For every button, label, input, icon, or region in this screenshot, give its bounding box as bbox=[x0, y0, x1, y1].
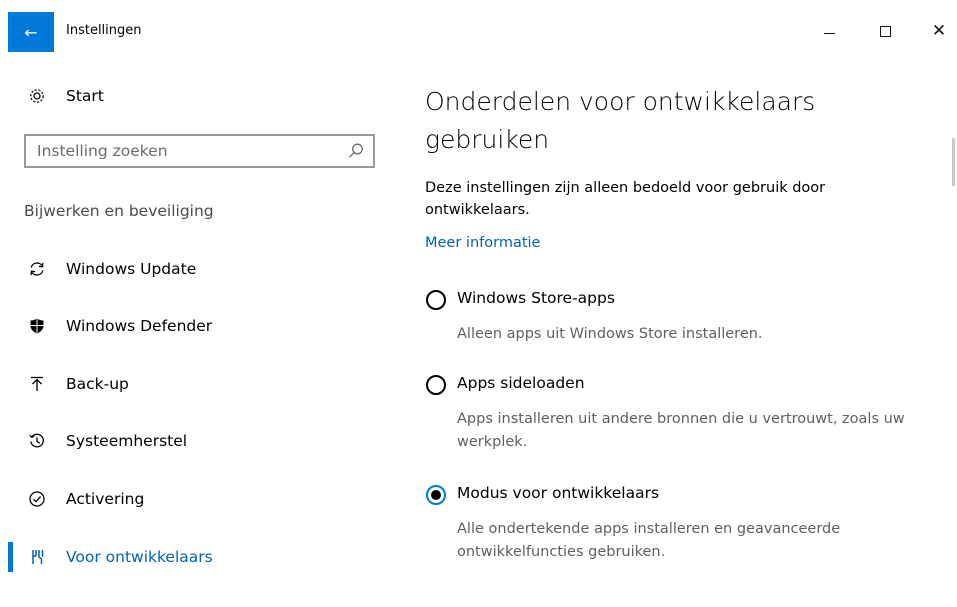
history-icon bbox=[26, 430, 48, 452]
sidebar-item-start[interactable]: Start bbox=[0, 78, 380, 114]
sidebar-item-label: Systeemherstel bbox=[66, 432, 188, 450]
back-button[interactable]: ← bbox=[8, 12, 54, 52]
option-description: Alle ondertekende apps installeren en ge… bbox=[457, 521, 841, 560]
search-icon[interactable] bbox=[347, 142, 365, 160]
radio-button[interactable] bbox=[426, 375, 446, 395]
sidebar-item-back-up[interactable]: Back-up bbox=[0, 366, 380, 402]
minimize-icon bbox=[823, 32, 835, 34]
sidebar-item-label: Start bbox=[66, 87, 104, 105]
sidebar-item-windows-update[interactable]: Windows Update bbox=[0, 251, 380, 287]
sidebar: Start Instelling zoeken Bijwerken en bev… bbox=[0, 64, 400, 607]
sidebar-item-windows-defender[interactable]: Windows Defender bbox=[0, 308, 380, 344]
back-arrow-icon: ← bbox=[24, 22, 38, 42]
page-title: Onderdelen voor ontwikkelaars gebruiken bbox=[425, 87, 816, 154]
sidebar-item-label: Back-up bbox=[66, 375, 129, 393]
maximize-button[interactable] bbox=[862, 18, 908, 44]
refresh-icon bbox=[26, 258, 48, 280]
scrollbar[interactable] bbox=[952, 138, 955, 186]
option-description: Apps installeren uit andere bronnen die … bbox=[457, 411, 905, 450]
checkmark-circle-icon bbox=[26, 488, 48, 510]
minimize-button[interactable] bbox=[806, 18, 852, 44]
section-heading: Bijwerken en beveiliging bbox=[24, 202, 214, 220]
sidebar-item-label: Windows Defender bbox=[66, 317, 213, 335]
option-description: Alleen apps uit Windows Store installere… bbox=[457, 326, 763, 342]
option-label: Modus voor ontwikkelaars bbox=[457, 484, 660, 502]
radio-button[interactable] bbox=[426, 290, 446, 310]
maximize-icon bbox=[879, 25, 891, 37]
more-info-link[interactable]: Meer informatie bbox=[425, 235, 540, 251]
sidebar-item-systeemherstel[interactable]: Systeemherstel bbox=[0, 423, 380, 459]
sidebar-item-label: Activering bbox=[66, 490, 145, 508]
title-bar: ← Instellingen ✕ bbox=[0, 0, 957, 64]
option-label: Apps sideloaden bbox=[457, 374, 585, 392]
shield-icon bbox=[26, 315, 48, 337]
sidebar-item-voor-ontwikkelaars[interactable]: Voor ontwikkelaars bbox=[0, 539, 380, 575]
upload-arrow-icon bbox=[26, 373, 48, 395]
developer-tools-icon bbox=[26, 546, 48, 568]
search-placeholder: Instelling zoeken bbox=[37, 142, 168, 160]
close-icon: ✕ bbox=[931, 20, 947, 41]
sidebar-item-label: Windows Update bbox=[66, 260, 197, 278]
close-button[interactable]: ✕ bbox=[916, 18, 957, 44]
selection-indicator bbox=[8, 542, 13, 572]
search-input[interactable]: Instelling zoeken bbox=[24, 134, 375, 168]
gear-icon bbox=[26, 85, 48, 107]
window-title: Instellingen bbox=[66, 23, 142, 38]
sidebar-item-label: Voor ontwikkelaars bbox=[66, 548, 213, 566]
page-description: Deze instellingen zijn alleen bedoeld vo… bbox=[425, 180, 826, 218]
option-label: Windows Store-apps bbox=[457, 289, 615, 307]
sidebar-item-activering[interactable]: Activering bbox=[0, 481, 380, 517]
radio-button-selected[interactable] bbox=[426, 485, 446, 505]
